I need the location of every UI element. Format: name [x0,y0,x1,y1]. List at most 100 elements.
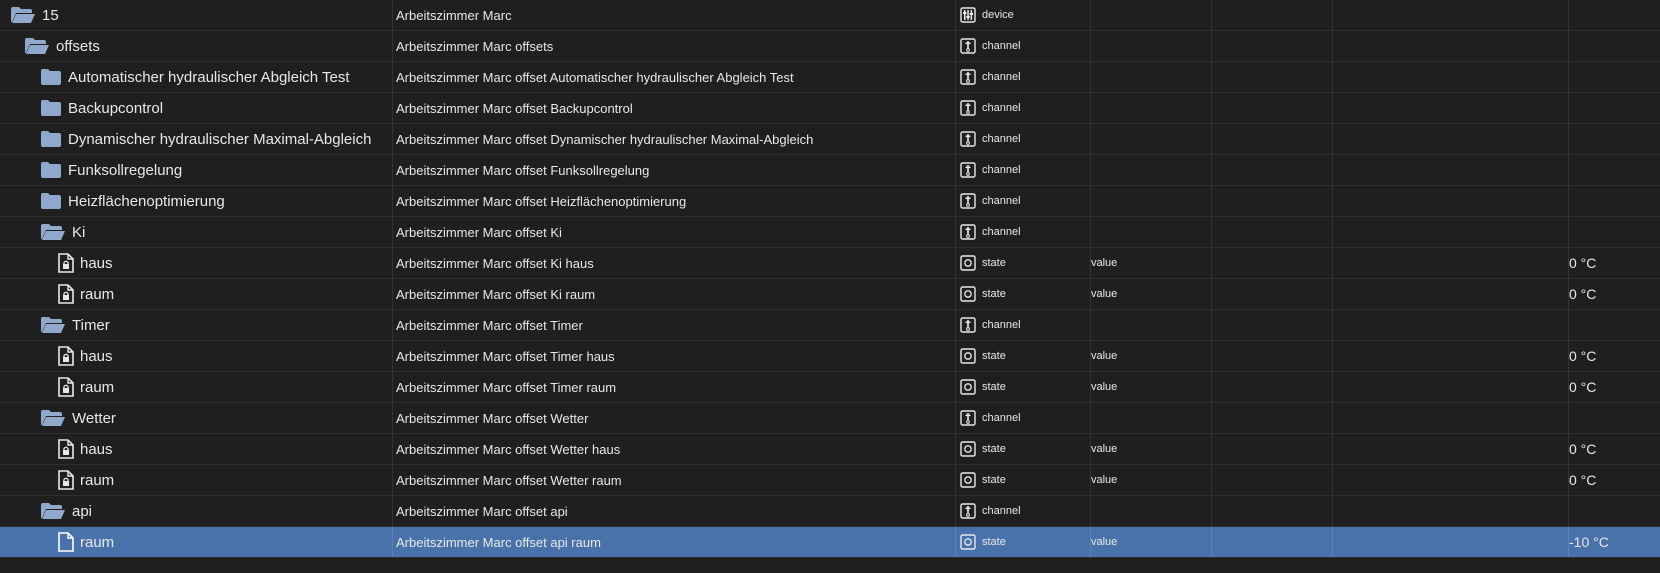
object-type-label: state [982,474,1006,486]
object-role: value [1091,474,1118,486]
file-locked-icon[interactable] [58,377,74,397]
object-value[interactable] [1569,93,1660,123]
device-icon [960,7,976,23]
tree-row[interactable]: Ki Arbeitszimmer Marc offset Ki channel [0,217,1660,248]
folder-closed-icon[interactable] [40,192,62,210]
object-name: Arbeitszimmer Marc offsets [393,31,955,61]
object-role [1091,93,1211,123]
object-name-text: Arbeitszimmer Marc offset Ki haus [396,255,594,271]
tree-row[interactable]: offsets Arbeitszimmer Marc offsets channel [0,31,1660,62]
id-cell: offsets [0,31,416,61]
tree-row[interactable]: raum Arbeitszimmer Marc offset Wetter rau… [0,465,1660,496]
tree-row[interactable]: Funksollregelung Arbeitszimmer Marc offse… [0,155,1660,186]
object-name-text: Arbeitszimmer Marc offset Wetter [396,410,589,426]
folder-open-icon[interactable] [10,6,36,24]
folder-closed-icon[interactable] [40,130,62,148]
object-value[interactable] [1569,155,1660,185]
object-value[interactable]: 0 °C [1569,341,1660,371]
folder-open-icon[interactable] [24,37,50,55]
object-type-label: state [982,350,1006,362]
state-icon [960,348,976,364]
tree-row[interactable]: Backupcontrol Arbeitszimmer Marc offset B… [0,93,1660,124]
tree-row[interactable]: raum Arbeitszimmer Marc offset api raum st… [0,527,1660,558]
object-name: Arbeitszimmer Marc offset Wetter haus [393,434,955,464]
folder-open-icon[interactable] [40,316,66,334]
file-locked-icon[interactable] [58,439,74,459]
folder-open-icon[interactable] [40,502,66,520]
id-cell: Backupcontrol [0,93,432,123]
object-value[interactable] [1569,217,1660,247]
tree-row[interactable]: Timer Arbeitszimmer Marc offset Timer chan… [0,310,1660,341]
empty-cell [1333,403,1568,433]
object-value[interactable] [1569,124,1660,154]
tree-row[interactable]: 15 Arbeitszimmer Marc device [0,0,1660,31]
object-value[interactable] [1569,0,1660,30]
tree-row[interactable]: Wetter Arbeitszimmer Marc offset Wetter ch… [0,403,1660,434]
id-cell: raum [0,527,450,557]
object-id-label: 15 [42,6,59,24]
folder-open-icon[interactable] [40,409,66,427]
state-icon [960,379,976,395]
tree-row[interactable]: raum Arbeitszimmer Marc offset Timer raum… [0,372,1660,403]
object-type: channel [956,93,1090,123]
file-locked-icon[interactable] [58,346,74,366]
folder-closed-icon[interactable] [40,161,62,179]
file-locked-icon[interactable] [58,253,74,273]
folder-open-icon[interactable] [40,223,66,241]
object-name-text: Arbeitszimmer Marc offset Backupcontrol [396,100,633,116]
empty-cell [1212,186,1332,216]
empty-cell [1333,62,1568,92]
object-value[interactable]: 0 °C [1569,372,1660,402]
object-type-label: state [982,443,1006,455]
object-value[interactable]: 0 °C [1569,279,1660,309]
object-type-label: channel [982,226,1021,238]
tree-row[interactable]: api Arbeitszimmer Marc offset api channel [0,496,1660,527]
empty-cell [1333,31,1568,61]
object-value[interactable] [1569,62,1660,92]
state-icon [960,472,976,488]
folder-closed-icon[interactable] [40,99,62,117]
file-locked-icon[interactable] [58,470,74,490]
object-name: Arbeitszimmer Marc offset Timer haus [393,341,955,371]
empty-cell [1333,434,1568,464]
empty-cell [1212,527,1332,557]
object-name-text: Arbeitszimmer Marc offset Timer [396,317,583,333]
object-name-text: Arbeitszimmer Marc offsets [396,38,554,54]
object-value[interactable]: -10 °C [1569,527,1660,557]
object-value[interactable] [1569,31,1660,61]
id-cell: Funksollregelung [0,155,432,185]
object-value[interactable] [1569,310,1660,340]
file-icon[interactable] [58,532,74,552]
folder-closed-icon[interactable] [40,68,62,86]
object-value[interactable] [1569,403,1660,433]
channel-icon [960,193,976,209]
object-role [1091,496,1211,526]
state-icon [960,286,976,302]
object-value-text: 0 °C [1569,379,1597,395]
tree-row[interactable]: haus Arbeitszimmer Marc offset Timer haus… [0,341,1660,372]
empty-cell [1212,341,1332,371]
object-name: Arbeitszimmer Marc offset Wetter raum [393,465,955,495]
object-value[interactable] [1569,186,1660,216]
tree-row[interactable]: Dynamischer hydraulischer Maximal-Abglei… [0,124,1660,155]
object-value[interactable]: 0 °C [1569,434,1660,464]
object-value[interactable] [1569,496,1660,526]
object-type-label: channel [982,164,1021,176]
object-value-text: 0 °C [1569,255,1597,271]
tree-row[interactable]: Automatischer hydraulischer Abgleich Tes… [0,62,1660,93]
tree-row[interactable]: haus Arbeitszimmer Marc offset Wetter hau… [0,434,1660,465]
empty-cell [1212,93,1332,123]
channel-icon [960,162,976,178]
file-locked-icon[interactable] [58,284,74,304]
empty-cell [1333,93,1568,123]
id-cell: 15 [0,0,402,30]
tree-row[interactable]: Heizflächenoptimierung Arbeitszimmer Marc… [0,186,1660,217]
tree-row[interactable]: raum Arbeitszimmer Marc offset Ki raum sta… [0,279,1660,310]
tree-row[interactable]: haus Arbeitszimmer Marc offset Ki haus sta… [0,248,1660,279]
object-tree: 15 Arbeitszimmer Marc device offsets Arbeits… [0,0,1660,558]
object-name: Arbeitszimmer Marc offset Timer [393,310,955,340]
object-name: Arbeitszimmer Marc [393,0,955,30]
object-value[interactable]: 0 °C [1569,465,1660,495]
object-id-label: haus [80,254,113,272]
object-value[interactable]: 0 °C [1569,248,1660,278]
